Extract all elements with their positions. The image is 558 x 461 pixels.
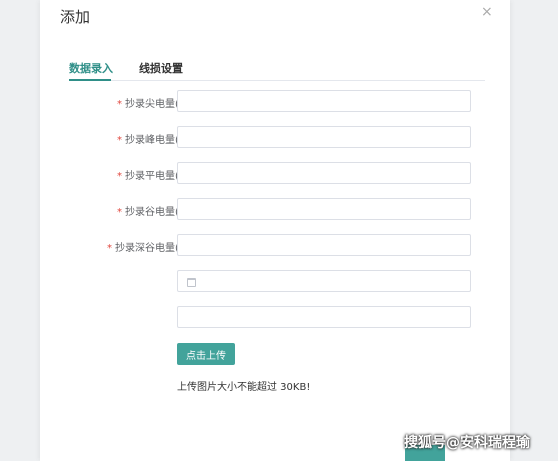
dialog-title: 添加 <box>60 8 91 26</box>
add-dialog: 添加 × 数据录入 线损设置 * 抄录尖电量(kW·h) * 抄录峰电量(kW·h)… <box>40 0 510 461</box>
billing-period-picker[interactable] <box>177 270 471 292</box>
form-row-peak-sharp: * 抄录尖电量(kW·h) <box>40 90 510 114</box>
remark-input[interactable] <box>177 306 471 328</box>
active-tab-indicator <box>69 79 111 81</box>
form-row-peak: * 抄录峰电量(kW·h) <box>40 126 510 150</box>
form-row-valley: * 抄录谷电量(kW·h) <box>40 198 510 222</box>
required-mark: * <box>117 171 122 182</box>
upload-hint: 上传图片大小不能超过 30KB! <box>177 382 311 393</box>
peak-energy-input[interactable] <box>177 126 471 148</box>
form-row-attachment: 附件 点击上传 <box>40 343 510 367</box>
upload-button[interactable]: 点击上传 <box>177 343 235 365</box>
required-mark: * <box>107 243 112 254</box>
flat-energy-input[interactable] <box>177 162 471 184</box>
sharp-energy-input[interactable] <box>177 90 471 112</box>
form-row-remark: 备注 <box>40 306 510 330</box>
required-mark: * <box>117 135 122 146</box>
deep-valley-energy-input[interactable] <box>177 234 471 256</box>
close-icon[interactable]: × <box>481 4 493 20</box>
required-mark: * <box>117 99 122 110</box>
tab-line-loss-settings[interactable]: 线损设置 <box>139 60 183 76</box>
tab-bar: 数据录入 线损设置 <box>69 58 485 81</box>
required-mark: * <box>117 207 122 218</box>
form-row-billing-period: *账期 <box>40 270 510 294</box>
form-row-deep-valley: * 抄录深谷电量(kW·h) <box>40 234 510 258</box>
watermark: 搜狐号@安科瑞程瑜 <box>404 435 530 451</box>
form-row-flat: * 抄录平电量(kW·h) <box>40 162 510 186</box>
calendar-icon <box>187 278 196 287</box>
tab-data-entry[interactable]: 数据录入 <box>69 60 113 76</box>
valley-energy-input[interactable] <box>177 198 471 220</box>
